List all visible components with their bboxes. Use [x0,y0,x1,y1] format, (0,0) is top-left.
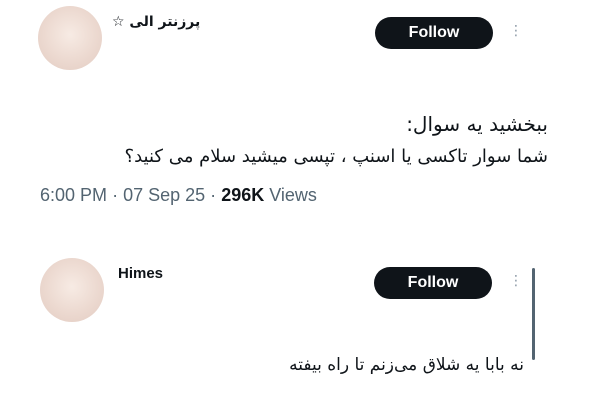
tweet-text-line-2: شما سوار تاکسی یا اسنپ ، تپسی میشید سلام… [124,146,548,167]
follow-button[interactable]: Follow [374,267,492,299]
avatar[interactable] [38,6,102,70]
follow-button[interactable]: Follow [375,17,493,49]
meta-separator: · [112,185,119,205]
tweet-text-line-1: ببخشید یه سوال: [406,112,548,136]
views-label: Views [269,185,317,205]
author-name[interactable]: پرزنتر الی ☆ [112,14,200,30]
tweet-time[interactable]: 6:00 PM [40,185,107,205]
meta-separator: · [210,185,217,205]
more-dots-icon[interactable]: ⋮ [509,24,523,38]
avatar[interactable] [40,258,104,322]
author-name[interactable]: Himes [118,265,163,282]
views-count: 296K [221,185,265,205]
tweet-meta: 6:00 PM · 07 Sep 25 · 296K Views [40,185,317,206]
scrollbar[interactable] [532,268,535,360]
reply-text: نه بابا یه شلاق می‌زنم تا راه بیفته [289,355,524,375]
tweet-date[interactable]: 07 Sep 25 [123,185,205,205]
more-dots-icon[interactable]: ⋮ [509,274,523,288]
